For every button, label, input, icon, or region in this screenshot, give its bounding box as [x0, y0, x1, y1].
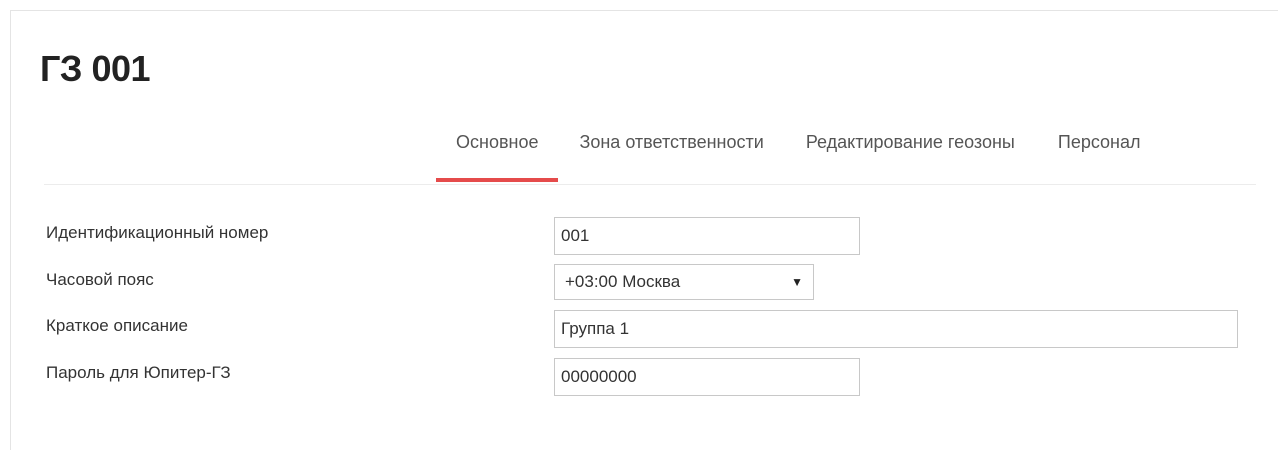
- description-label: Краткое описание: [46, 316, 188, 335]
- id-label: Идентификационный номер: [46, 223, 269, 242]
- timezone-selected-value: +03:00 Москва: [565, 272, 681, 291]
- id-number-input[interactable]: [554, 217, 860, 255]
- tab-main[interactable]: Основное: [436, 120, 559, 182]
- tab-responsibility-zone[interactable]: Зона ответственности: [558, 120, 783, 182]
- page-title: ГЗ 001: [40, 48, 151, 89]
- timezone-select[interactable]: +03:00 Москва ▼: [554, 264, 814, 300]
- password-label: Пароль для Юпитер-ГЗ: [46, 363, 231, 382]
- tab-bar: Основное Зона ответственности Редактиров…: [436, 120, 1141, 182]
- tabs-divider: [44, 184, 1256, 185]
- chevron-down-icon: ▼: [791, 275, 803, 289]
- password-input[interactable]: [554, 358, 860, 396]
- tab-geozone-editing[interactable]: Редактирование геозоны: [784, 120, 1036, 182]
- tab-personnel[interactable]: Персонал: [1036, 120, 1141, 182]
- timezone-label: Часовой пояс: [46, 270, 154, 289]
- description-input[interactable]: [554, 310, 1238, 348]
